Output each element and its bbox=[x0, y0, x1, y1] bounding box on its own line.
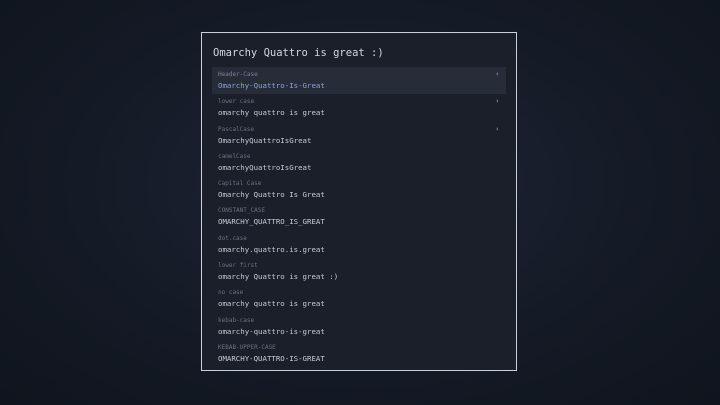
result-value: omarchy Quattro is great :) bbox=[218, 272, 339, 282]
pin-icon: ⬍ bbox=[495, 125, 499, 133]
result-label: lower first bbox=[218, 262, 258, 270]
result-value: Omarchy Quattro Is Great bbox=[218, 190, 325, 200]
case-converter-launcher: Omarchy Quattro is great :) Header-Case … bbox=[201, 32, 517, 371]
result-value: omarchyQuattroIsGreat bbox=[218, 162, 312, 172]
result-value: omarchy quattro is great bbox=[218, 108, 325, 118]
result-item-kebab-case[interactable]: kebab-case omarchy-quattro-is-great bbox=[212, 313, 506, 340]
search-input[interactable]: Omarchy Quattro is great :) bbox=[212, 46, 506, 60]
result-label: dot.case bbox=[218, 234, 247, 242]
result-label: no case bbox=[218, 289, 244, 297]
result-label: Capital Case bbox=[218, 180, 262, 188]
result-label: Header-Case bbox=[218, 71, 258, 78]
result-item-camel-case[interactable]: camelCase omarchyQuattroIsGreat bbox=[212, 149, 506, 176]
result-label: lower case bbox=[218, 98, 255, 106]
result-value: omarchy.quattro.is.great bbox=[218, 244, 325, 254]
result-label: camelCase bbox=[218, 152, 251, 160]
result-value: Omarchy-Quattro-Is-Great bbox=[218, 81, 325, 90]
result-item-dot-case[interactable]: dot.case omarchy.quattro.is.great bbox=[212, 231, 506, 258]
result-item-constant-case[interactable]: CONSTANT_CASE OMARCHY_QUATTRO_IS_GREAT bbox=[212, 203, 506, 230]
result-item-lower-first[interactable]: lower first omarchy Quattro is great :) bbox=[212, 258, 506, 285]
result-item-no-case[interactable]: no case omarchy quattro is great bbox=[212, 285, 506, 312]
pin-icon: ⬍ bbox=[495, 98, 499, 106]
result-value: omarchy quattro is great bbox=[218, 299, 325, 309]
result-value: OmarchyQuattroIsGreat bbox=[218, 135, 312, 145]
result-label: KEBAB-UPPER-CASE bbox=[218, 343, 276, 351]
result-label: CONSTANT_CASE bbox=[218, 207, 265, 215]
pin-icon: ⬍ bbox=[495, 71, 499, 78]
result-value: OMARCHY-QUATTRO-IS-GREAT bbox=[218, 353, 325, 363]
result-item-lower-case[interactable]: lower case omarchy quattro is great ⬍ bbox=[212, 94, 506, 121]
results-list: Header-Case Omarchy-Quattro-Is-Great ⬍ l… bbox=[212, 67, 506, 367]
result-item-capital-case[interactable]: Capital Case Omarchy Quattro Is Great bbox=[212, 176, 506, 203]
result-value: omarchy-quattro-is-great bbox=[218, 326, 325, 336]
result-label: PascalCase bbox=[218, 125, 255, 133]
result-value: OMARCHY_QUATTRO_IS_GREAT bbox=[218, 217, 325, 227]
result-label: kebab-case bbox=[218, 316, 255, 324]
result-item-pascal-case[interactable]: PascalCase OmarchyQuattroIsGreat ⬍ bbox=[212, 122, 506, 149]
result-item-kebab-upper-case[interactable]: KEBAB-UPPER-CASE OMARCHY-QUATTRO-IS-GREA… bbox=[212, 340, 506, 367]
result-item-header-case[interactable]: Header-Case Omarchy-Quattro-Is-Great ⬍ bbox=[212, 67, 506, 95]
